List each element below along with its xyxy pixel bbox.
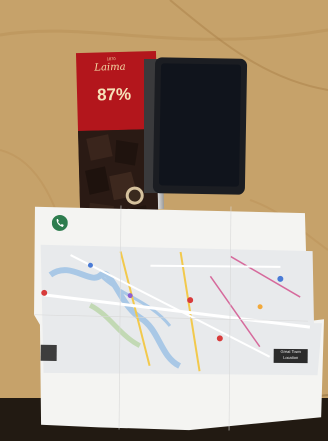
map-sheet bbox=[34, 205, 325, 431]
map-poi-label: Great Town Location bbox=[273, 348, 308, 364]
qr-code bbox=[40, 344, 57, 361]
photo-scene: 1870 Laima 87% Great Town Location bbox=[0, 0, 328, 441]
phone-screen bbox=[158, 63, 242, 187]
phone-icon bbox=[51, 214, 68, 231]
cocoa-percent: 87% bbox=[96, 84, 132, 105]
smartphone bbox=[152, 57, 248, 195]
chocolate-year: 1870 bbox=[106, 56, 116, 62]
printed-map: Great Town Location bbox=[29, 205, 327, 434]
chocolate-brand: Laima bbox=[94, 61, 126, 74]
